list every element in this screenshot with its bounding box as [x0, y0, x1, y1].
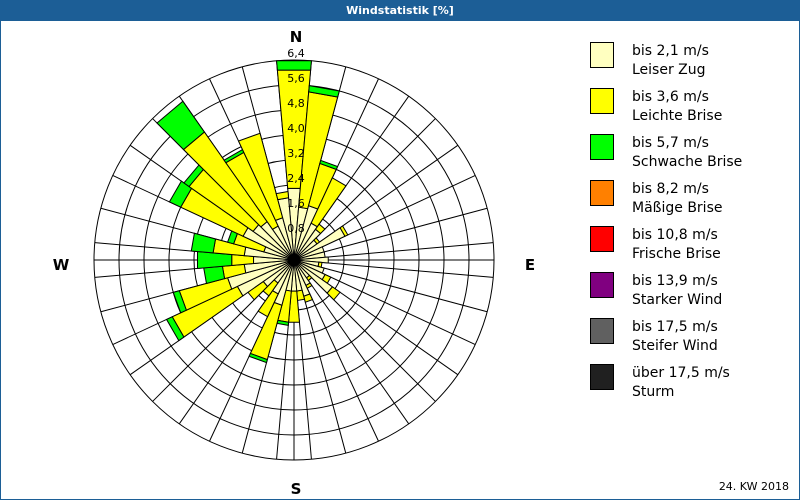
ring-label: 1,6: [287, 197, 305, 210]
sector-0-class-2: [276, 60, 312, 71]
legend-name: Schwache Brise: [632, 154, 743, 170]
ring-label: 2,4: [287, 172, 305, 185]
center-hub: [288, 254, 300, 266]
sector-280-class-2: [190, 232, 217, 254]
legend-swatch: [590, 88, 614, 114]
legend-swatch: [590, 364, 614, 390]
legend-range: bis 8,2 m/s: [632, 181, 709, 197]
legend-name: Frische Brise: [632, 246, 721, 262]
legend-range: bis 10,8 m/s: [632, 227, 718, 243]
legend-swatch: [590, 318, 614, 344]
legend-name: Starker Wind: [632, 292, 723, 308]
legend-name: Mäßige Brise: [632, 200, 723, 216]
ring-label: 3,2: [287, 147, 305, 160]
compass-n: N: [290, 28, 303, 46]
legend-swatch: [590, 42, 614, 68]
legend-name: Leiser Zug: [632, 62, 706, 78]
ring-label: 4,8: [287, 97, 305, 110]
legend-swatch: [590, 134, 614, 160]
legend-range: bis 2,1 m/s: [632, 43, 709, 59]
legend-swatch: [590, 180, 614, 206]
legend-swatch: [590, 226, 614, 252]
ring-label: 0,8: [287, 222, 305, 235]
legend-swatch: [590, 272, 614, 298]
legend-name: Sturm: [632, 384, 675, 400]
legend-name: Leichte Brise: [632, 108, 723, 124]
compass-w: W: [53, 256, 70, 274]
ring-label: 6,4: [287, 47, 305, 60]
ring-label: 5,6: [287, 72, 305, 85]
ring-label: 4,0: [287, 122, 305, 135]
legend-range: bis 3,6 m/s: [632, 89, 709, 105]
legend-name: Steifer Wind: [632, 338, 718, 354]
compass-s: S: [291, 480, 302, 498]
legend-range: über 17,5 m/s: [632, 365, 730, 381]
sector-160-class-1: [303, 293, 314, 303]
legend-range: bis 5,7 m/s: [632, 135, 709, 151]
compass-e: E: [525, 256, 535, 274]
legend-range: bis 13,9 m/s: [632, 273, 718, 289]
legend-range: bis 17,5 m/s: [632, 319, 718, 335]
